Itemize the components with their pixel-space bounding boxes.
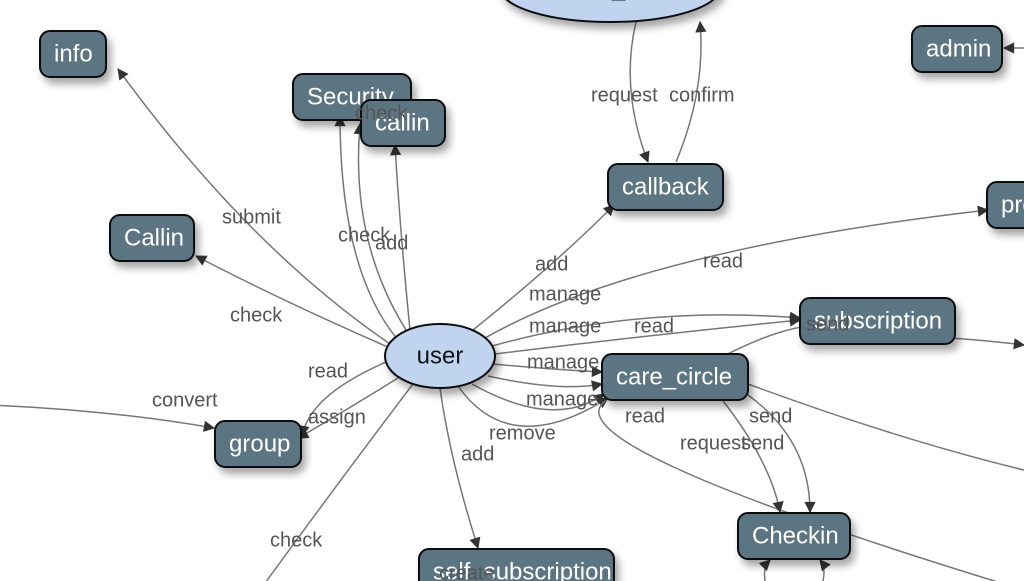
node-user: user — [385, 324, 495, 388]
edge-label-12: send — [806, 313, 849, 335]
edge-label-24: check — [270, 529, 323, 551]
edge-label-15: remove — [489, 422, 556, 444]
edge-label-1: check — [355, 102, 408, 124]
node-callback-label: callback — [622, 173, 710, 200]
edge-14 — [488, 376, 602, 387]
node-checkin: Checkin — [738, 513, 850, 559]
edge-label-22: request — [591, 84, 658, 106]
node-profile-label: prof — [1001, 191, 1024, 218]
node-care_circle-label: care_circle — [616, 363, 732, 390]
node-group-label: group — [229, 430, 290, 457]
edge-label-3: add — [375, 232, 408, 254]
edge-label-19: send — [749, 405, 792, 427]
edge-label-10: manage — [529, 315, 601, 337]
edge-label-4: check — [230, 304, 283, 326]
edge-28 — [820, 560, 824, 581]
edge-label-0: submit — [222, 206, 281, 228]
edge-label-17: read — [625, 405, 665, 427]
edge-label-21: send — [741, 432, 784, 454]
edge-25 — [440, 388, 478, 548]
edge-label-14: manage — [526, 388, 598, 410]
node-callback: callback — [608, 164, 723, 210]
node-info-label: info — [54, 40, 93, 67]
node-callin_big-label: Callin — [124, 224, 184, 251]
edge-label-9: manage — [529, 283, 601, 305]
edge-label-25: create — [439, 562, 495, 581]
edge-label-16: add — [461, 443, 494, 465]
node-admin: admin — [912, 26, 1002, 72]
node-info: info — [40, 31, 106, 77]
node-care_circle: care_circle — [602, 354, 748, 400]
edge-label-20: request — [680, 432, 747, 454]
node-checkin-label: Checkin — [752, 522, 839, 549]
edge-label-6: convert — [152, 389, 218, 411]
edge-27 — [764, 560, 770, 581]
node-profile: prof — [987, 182, 1024, 228]
node-admin-label: admin — [926, 35, 991, 62]
edge-label-23: confirm — [669, 84, 735, 106]
edge-label-8: add — [535, 253, 568, 275]
node-loved_one: loved_one — [500, 0, 720, 22]
node-loved_one-label: loved_one — [555, 0, 666, 1]
edge-label-7: assign — [308, 406, 366, 428]
edge-label-5: read — [308, 360, 348, 382]
edge-label-13: manage — [527, 351, 599, 373]
edge-label-18: read — [703, 250, 743, 272]
node-callin_big: Callin — [110, 215, 194, 261]
edge-label-11: read — [634, 315, 674, 337]
node-user-label: user — [417, 342, 464, 369]
node-loved_one-ellipse — [500, 0, 720, 22]
node-group: group — [215, 421, 301, 467]
